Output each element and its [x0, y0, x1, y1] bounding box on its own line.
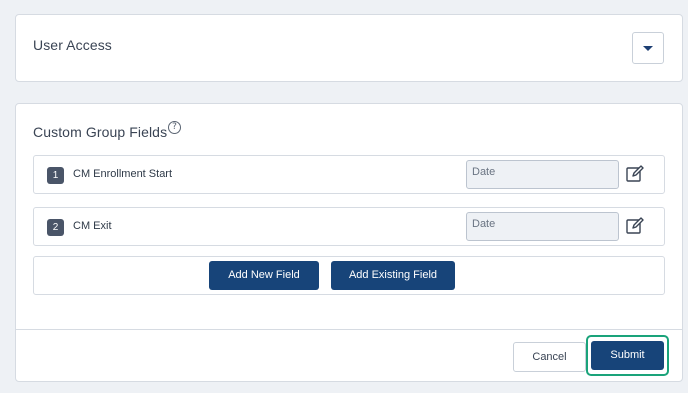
field-row: 1 CM Enrollment Start Date — [33, 155, 665, 194]
question-circle-icon[interactable]: ? — [168, 121, 181, 134]
edit-icon[interactable] — [625, 216, 645, 236]
field-actions-row: Add New Field Add Existing Field — [33, 256, 665, 295]
user-access-title: User Access — [33, 37, 112, 53]
custom-group-fields-title: Custom Group Fields — [33, 124, 168, 140]
user-access-dropdown-button[interactable] — [632, 32, 664, 64]
field-row: 2 CM Exit Date — [33, 207, 665, 246]
add-existing-field-button[interactable]: Add Existing Field — [331, 261, 455, 290]
submit-button[interactable]: Submit — [591, 341, 664, 370]
add-new-field-button[interactable]: Add New Field — [209, 261, 319, 290]
cancel-button[interactable]: Cancel — [513, 342, 586, 372]
custom-group-fields-card: Custom Group Fields ? 1 CM Enrollment St… — [15, 103, 683, 382]
field-name: CM Enrollment Start — [73, 168, 173, 180]
chevron-down-icon — [643, 45, 653, 51]
field-type-input: Date — [466, 160, 619, 189]
footer-divider — [16, 329, 682, 330]
field-index-badge: 1 — [47, 167, 64, 184]
user-access-card: User Access — [15, 14, 683, 82]
field-name: CM Exit — [73, 220, 112, 232]
field-type-input: Date — [466, 212, 619, 241]
submit-focus-ring: Submit — [586, 335, 669, 376]
field-index-badge: 2 — [47, 219, 64, 236]
edit-icon[interactable] — [625, 164, 645, 184]
